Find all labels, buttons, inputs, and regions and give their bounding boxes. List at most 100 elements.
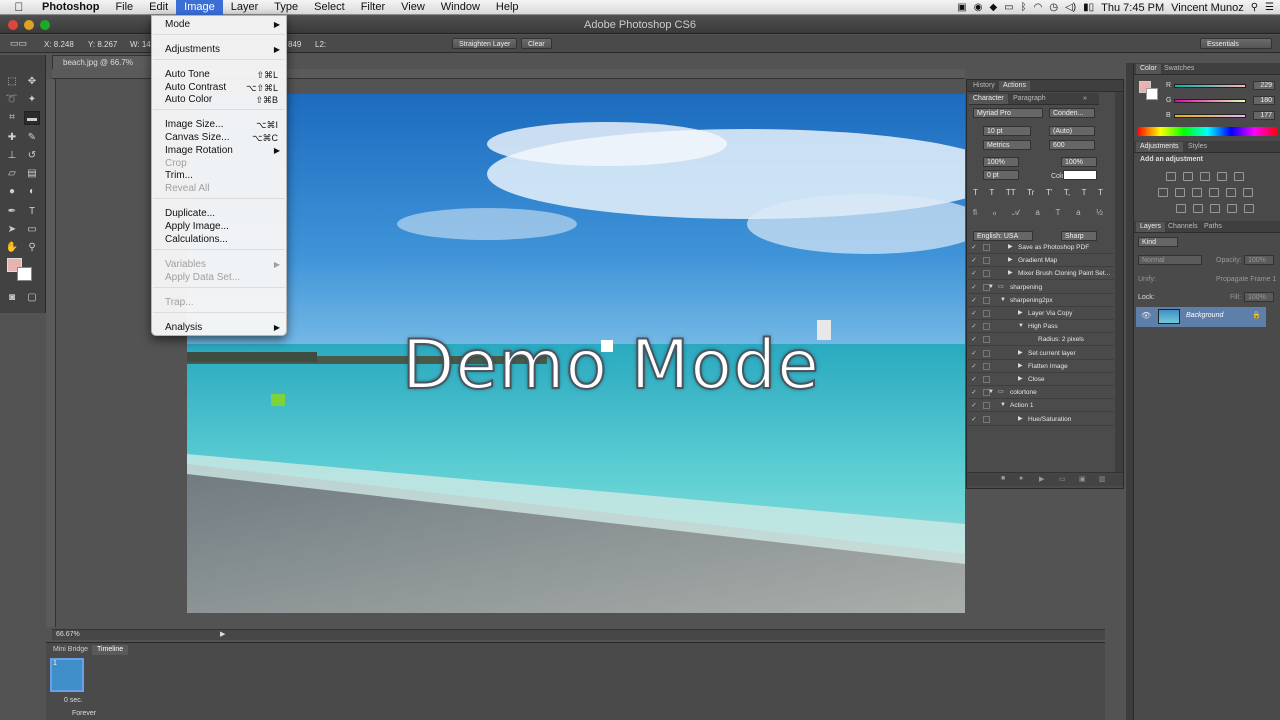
menu-item-calculations[interactable]: Calculations... (152, 234, 286, 246)
expand-arrow-icon[interactable]: ▶ (1008, 254, 1013, 267)
menu-item-apply-image[interactable]: Apply Image... (152, 221, 286, 233)
delete-action-icon[interactable]: ▥ (1099, 475, 1106, 483)
action-toggle-icon[interactable]: ✓ (970, 281, 978, 294)
tab-channels[interactable]: Channels (1164, 222, 1202, 232)
action-dialog-toggle[interactable] (983, 323, 990, 331)
action-row[interactable]: ✓ ▶ Set current layer (966, 347, 1114, 360)
b-value[interactable]: 177 (1253, 111, 1275, 120)
action-dialog-toggle[interactable] (983, 296, 990, 304)
menu-edit[interactable]: Edit (141, 0, 176, 15)
expand-arrow-icon[interactable]: ▼ (1000, 399, 1006, 412)
expand-arrow-icon[interactable]: ▼ (988, 386, 994, 399)
loop-option[interactable]: Forever (72, 710, 96, 717)
baseline-shift-field[interactable]: 0 pt (983, 170, 1019, 180)
menu-filter[interactable]: Filter (353, 0, 393, 15)
black-white-icon[interactable] (1192, 188, 1202, 197)
layer-visibility-icon[interactable]: 👁 (1141, 311, 1151, 320)
tab-paragraph[interactable]: Paragraph (1009, 94, 1050, 104)
stylistic-icon[interactable]: a (1035, 208, 1039, 220)
tab-character[interactable]: Character (969, 94, 1008, 104)
menu-app[interactable]: Photoshop (34, 0, 107, 15)
tab-paths[interactable]: Paths (1200, 222, 1226, 232)
ruler-tool-icon[interactable]: ▭▭ (10, 38, 27, 49)
dodge-tool-icon[interactable]: ◐ (24, 185, 40, 199)
action-row[interactable]: ✓ ▶ Gradient Map (966, 254, 1114, 268)
move-tool-icon[interactable]: ✥ (24, 75, 40, 89)
tab-timeline[interactable]: Timeline (92, 645, 129, 655)
lasso-tool-icon[interactable]: ➰ (4, 93, 20, 107)
expand-arrow-icon[interactable]: ▶ (1018, 373, 1023, 386)
marquee-tool-icon[interactable]: ⬚ (4, 75, 20, 89)
action-toggle-icon[interactable]: ✓ (970, 413, 978, 426)
action-toggle-icon[interactable]: ✓ (970, 294, 978, 307)
vertical-scale-field[interactable]: 100% (983, 157, 1019, 167)
menu-item-auto-tone[interactable]: Auto Tone ⇧⌘L (152, 69, 286, 81)
display-icon[interactable]: ▭ (1004, 2, 1013, 13)
action-row[interactable]: ✓ ▶ Close (966, 373, 1114, 386)
action-toggle-icon[interactable]: ✓ (970, 307, 978, 320)
clear-button[interactable]: Clear (521, 38, 552, 49)
action-toggle-icon[interactable]: ✓ (970, 386, 978, 399)
g-value[interactable]: 180 (1253, 96, 1275, 105)
menu-item-canvas-size[interactable]: Canvas Size... ⌥⌘C (152, 132, 286, 144)
menubar-clock[interactable]: Thu 7:45 PM (1101, 2, 1164, 14)
action-row[interactable]: ✓ ▼ ▭ colortone (966, 386, 1114, 400)
action-row[interactable]: ✓ ▼ ▭ sharpening (966, 281, 1114, 294)
action-dialog-toggle[interactable] (983, 257, 990, 265)
tab-color[interactable]: Color (1136, 64, 1161, 74)
superscript-button[interactable]: T' (1046, 188, 1052, 198)
magic-wand-tool-icon[interactable]: ✦ (24, 93, 40, 107)
photo-filter-icon[interactable] (1209, 188, 1219, 197)
timeline-frame[interactable]: 1 (50, 658, 84, 692)
volume-icon[interactable]: ◁) (1065, 2, 1076, 13)
stamp-tool-icon[interactable]: ⊥ (4, 149, 20, 163)
frame-time[interactable]: 0 sec. (64, 697, 83, 704)
blur-tool-icon[interactable]: ● (4, 185, 20, 199)
r-slider[interactable] (1174, 84, 1246, 88)
all-caps-button[interactable]: TT (1006, 188, 1016, 198)
curves-icon[interactable] (1200, 172, 1210, 181)
action-toggle-icon[interactable]: ✓ (970, 399, 978, 412)
propagate-frame-label[interactable]: Propagate Frame 1 (1216, 276, 1276, 283)
menu-help[interactable]: Help (488, 0, 527, 15)
action-row[interactable]: ✓ ▶ Save as Photoshop PDF (966, 241, 1114, 254)
language-select[interactable]: English: USA (973, 231, 1033, 241)
g-slider[interactable] (1174, 99, 1246, 103)
pen-tool-icon[interactable]: ✒ (4, 205, 20, 219)
action-dialog-toggle[interactable] (983, 270, 990, 278)
status-menu-arrow-icon[interactable]: ▶ (220, 630, 225, 638)
action-toggle-icon[interactable]: ✓ (970, 333, 978, 346)
posterize-icon[interactable] (1193, 204, 1203, 213)
layer-row-background[interactable]: 👁 Background 🔒 (1136, 307, 1266, 327)
tab-history[interactable]: History (969, 81, 999, 91)
apple-icon[interactable]:  (12, 0, 26, 14)
battery-icon[interactable]: ▮▯ (1083, 2, 1094, 13)
menu-item-image-rotation[interactable]: Image Rotation ▶ (152, 145, 286, 157)
faux-italic-button[interactable]: T (989, 188, 994, 198)
ordinal-icon[interactable]: a (1076, 208, 1080, 220)
spotlight-icon[interactable]: ⚲ (1251, 2, 1258, 13)
tab-swatches[interactable]: Swatches (1160, 64, 1198, 74)
blend-mode-select[interactable]: Normal (1138, 255, 1202, 265)
anti-alias-select[interactable]: Sharp (1061, 231, 1097, 241)
gradient-map-icon[interactable] (1227, 204, 1237, 213)
action-dialog-toggle[interactable] (983, 336, 990, 344)
tab-mini-bridge[interactable]: Mini Bridge (48, 645, 93, 655)
tab-layers[interactable]: Layers (1136, 222, 1166, 232)
opentype-icon[interactable]: ℴ (993, 208, 997, 220)
new-action-icon[interactable]: ▣ (1079, 475, 1086, 483)
strikethrough-button[interactable]: T (1098, 188, 1103, 198)
panel-menu-icon[interactable]: » (1079, 94, 1091, 104)
notification-icon[interactable]: ☰ (1265, 2, 1274, 13)
expand-arrow-icon[interactable]: ▼ (1018, 320, 1024, 333)
tab-adjustments[interactable]: Adjustments (1136, 142, 1183, 152)
color-balance-icon[interactable] (1175, 188, 1185, 197)
action-row[interactable]: ✓ ▶ Layer Via Copy (966, 307, 1114, 320)
layer-name[interactable]: Background (1186, 312, 1223, 319)
straighten-layer-button[interactable]: Straighten Layer (452, 38, 518, 49)
quick-mask-icon[interactable]: ◙ (4, 291, 20, 305)
time-machine-icon[interactable]: ◷ (1049, 2, 1058, 13)
screen-mode-icon[interactable]: ▢ (24, 291, 40, 305)
history-brush-tool-icon[interactable]: ↺ (24, 149, 40, 163)
expand-arrow-icon[interactable]: ▼ (1000, 294, 1006, 307)
